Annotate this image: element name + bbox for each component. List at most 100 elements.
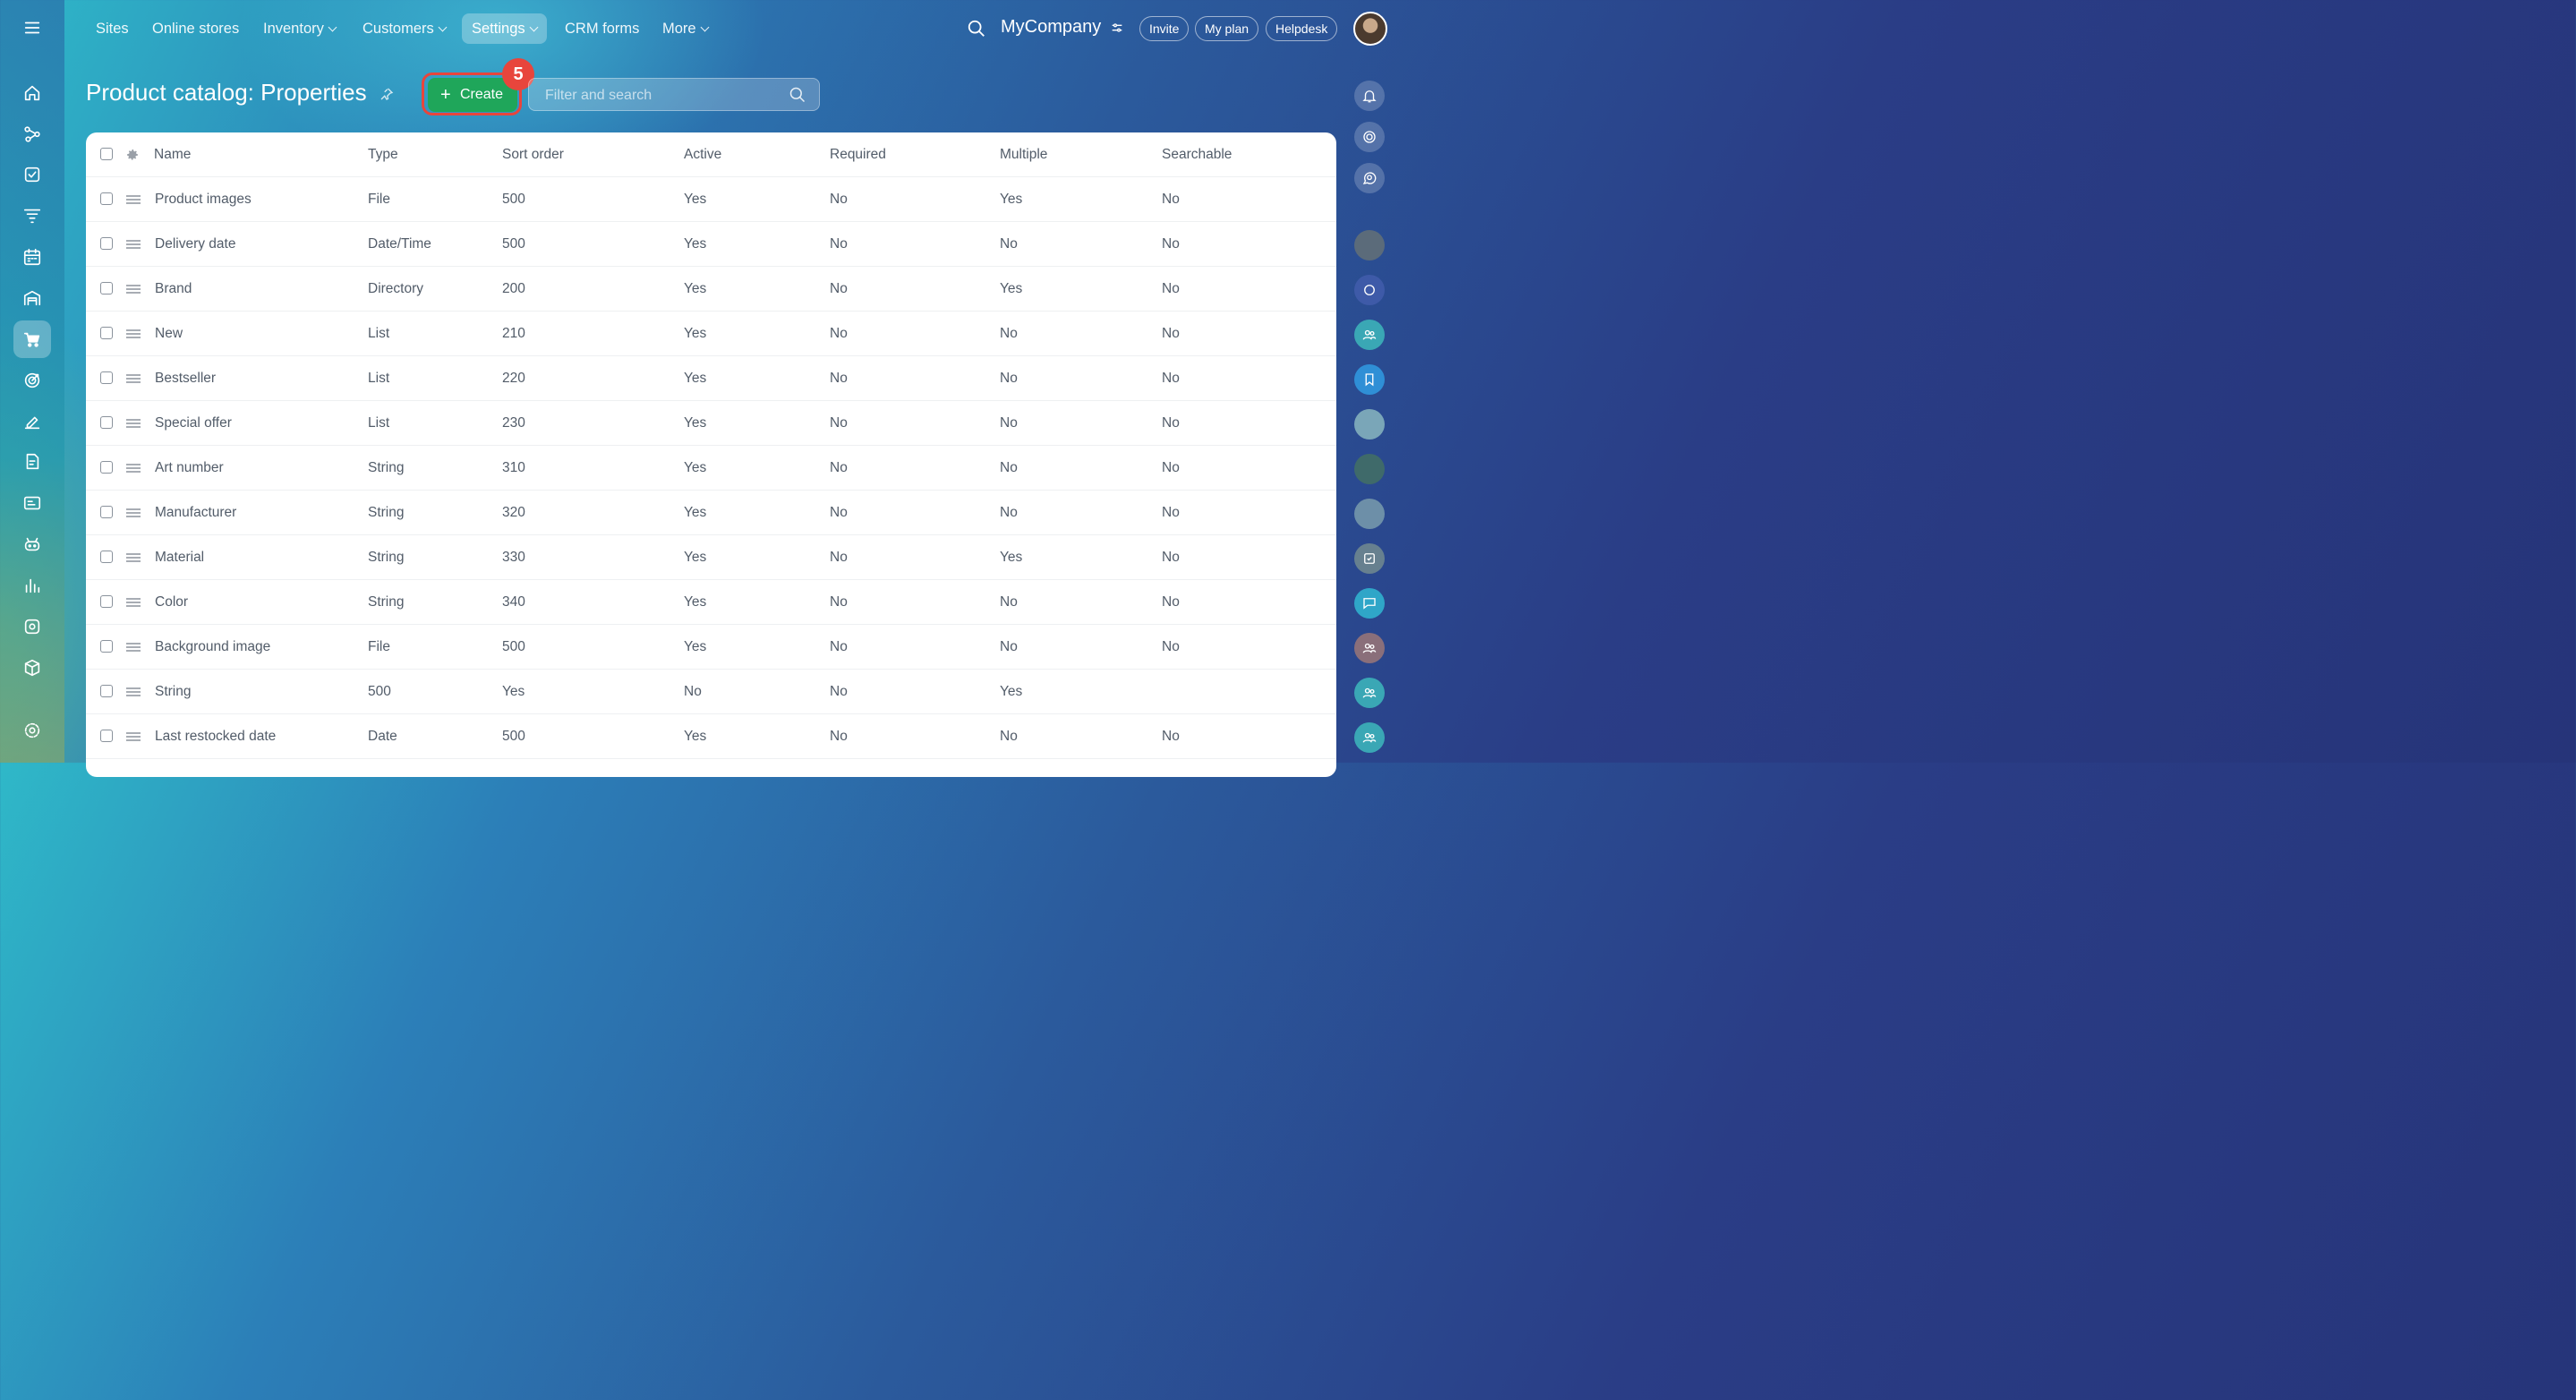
messages-icon[interactable] [1354,588,1385,619]
row-checkbox[interactable] [100,192,113,205]
nav-customers[interactable]: Customers [353,13,456,44]
row-checkbox[interactable] [100,685,113,697]
row-checkbox[interactable] [100,506,113,518]
cell-name[interactable]: Brand [155,267,192,312]
table-row[interactable]: Background image File 500 Yes No No No [86,625,1336,670]
crm-icon[interactable] [13,115,51,153]
column-header-type[interactable]: Type [368,132,398,177]
copilot-chat-icon[interactable] [1354,122,1385,152]
bot-avatar[interactable] [1354,409,1385,440]
table-row[interactable]: Manufacturer String 320 Yes No No No [86,491,1336,535]
row-checkbox[interactable] [100,327,113,339]
drag-handle-icon[interactable] [126,643,141,652]
cell-name[interactable]: String [155,670,192,714]
drag-handle-icon[interactable] [126,598,141,607]
table-row[interactable]: Delivery date Date/Time 500 Yes No No No [86,222,1336,267]
drag-handle-icon[interactable] [126,240,141,249]
table-row[interactable]: Last restocked date Date 500 Yes No No No [86,714,1336,759]
table-row[interactable]: Art number String 310 Yes No No No [86,446,1336,491]
column-header-multiple[interactable]: Multiple [1000,132,1047,177]
cell-name[interactable]: Manufacturer [155,491,236,535]
chat-avatar[interactable] [1354,454,1385,484]
warehouse-icon[interactable] [13,279,51,317]
cell-name[interactable]: Color [155,580,188,625]
column-header-name[interactable]: Name [154,132,191,177]
cell-name[interactable]: Material [155,535,204,580]
settings-gear-icon[interactable] [13,712,51,749]
home-icon[interactable] [13,74,51,112]
menu-icon[interactable] [13,9,51,47]
row-checkbox[interactable] [100,730,113,742]
bot-avatar[interactable] [1354,499,1385,529]
drag-handle-icon[interactable] [126,374,141,383]
drag-handle-icon[interactable] [126,553,141,562]
nav-online-stores[interactable]: Online stores [142,13,249,44]
nav-crm-forms[interactable]: CRM forms [555,13,649,44]
company-name[interactable]: MyCompany [1001,17,1124,38]
cell-name[interactable]: Product images [155,177,252,222]
copilot-avatar-icon[interactable] [1354,275,1385,305]
group-chat-icon[interactable] [1354,633,1385,663]
bookmark-icon[interactable] [1354,364,1385,395]
table-row[interactable]: Brand Directory 200 Yes No Yes No [86,267,1336,312]
pin-icon[interactable] [379,86,395,102]
cell-name[interactable]: New [155,312,183,356]
select-all-checkbox[interactable] [100,148,113,160]
row-checkbox[interactable] [100,640,113,653]
column-header-required[interactable]: Required [830,132,886,177]
search-icon[interactable] [789,86,806,104]
table-row[interactable]: Special offer List 230 Yes No No No [86,401,1336,446]
marketplace-icon[interactable] [13,608,51,645]
drag-handle-icon[interactable] [126,419,141,428]
tasks-icon[interactable] [13,156,51,193]
box-icon[interactable] [13,649,51,687]
nav-inventory[interactable]: Inventory [253,13,345,44]
table-row[interactable]: String 500 Yes No No Yes [86,670,1336,714]
column-header-sort-order[interactable]: Sort order [502,132,564,177]
user-avatar[interactable] [1353,12,1387,46]
group-chat-icon[interactable] [1354,722,1385,753]
gear-icon[interactable] [125,148,140,162]
drag-handle-icon[interactable] [126,464,141,473]
shop-cart-icon[interactable] [13,320,51,358]
target-icon[interactable] [13,362,51,399]
group-chat-icon[interactable] [1354,678,1385,708]
funnel-icon[interactable] [13,197,51,235]
chat-avatar[interactable] [1354,230,1385,260]
cell-name[interactable]: Bestseller [155,356,216,401]
table-row[interactable]: New List 210 Yes No No No [86,312,1336,356]
row-checkbox[interactable] [100,551,113,563]
drag-handle-icon[interactable] [126,732,141,741]
cell-name[interactable]: Special offer [155,401,232,446]
cell-name[interactable]: Delivery date [155,222,235,267]
contact-card-icon[interactable] [13,484,51,522]
row-checkbox[interactable] [100,416,113,429]
cell-name[interactable]: Art number [155,446,224,491]
row-checkbox[interactable] [100,595,113,608]
helpdesk-button[interactable]: Helpdesk [1266,16,1338,41]
sign-icon[interactable] [13,403,51,440]
search-chat-icon[interactable] [1354,163,1385,193]
drag-handle-icon[interactable] [126,687,141,696]
row-checkbox[interactable] [100,461,113,474]
row-checkbox[interactable] [100,237,113,250]
cell-name[interactable]: Background image [155,625,270,670]
task-chat-icon[interactable] [1354,543,1385,574]
group-chat-icon[interactable] [1354,320,1385,350]
invite-button[interactable]: Invite [1139,16,1190,41]
row-checkbox[interactable] [100,282,113,295]
copilot-icon[interactable] [13,525,51,563]
nav-settings[interactable]: Settings [462,13,547,44]
table-row[interactable]: Bestseller List 220 Yes No No No [86,356,1336,401]
search-icon[interactable] [967,19,986,38]
my-plan-button[interactable]: My plan [1195,16,1259,41]
nav-more[interactable]: More [653,13,718,44]
cell-name[interactable]: Last restocked date [155,714,276,759]
analytics-icon[interactable] [13,567,51,604]
filter-search[interactable] [528,78,820,112]
table-row[interactable]: Material String 330 Yes No Yes No [86,535,1336,580]
bell-icon[interactable] [1354,81,1385,111]
column-header-searchable[interactable]: Searchable [1162,132,1232,177]
drag-handle-icon[interactable] [126,285,141,294]
table-row[interactable]: Product images File 500 Yes No Yes No [86,177,1336,222]
